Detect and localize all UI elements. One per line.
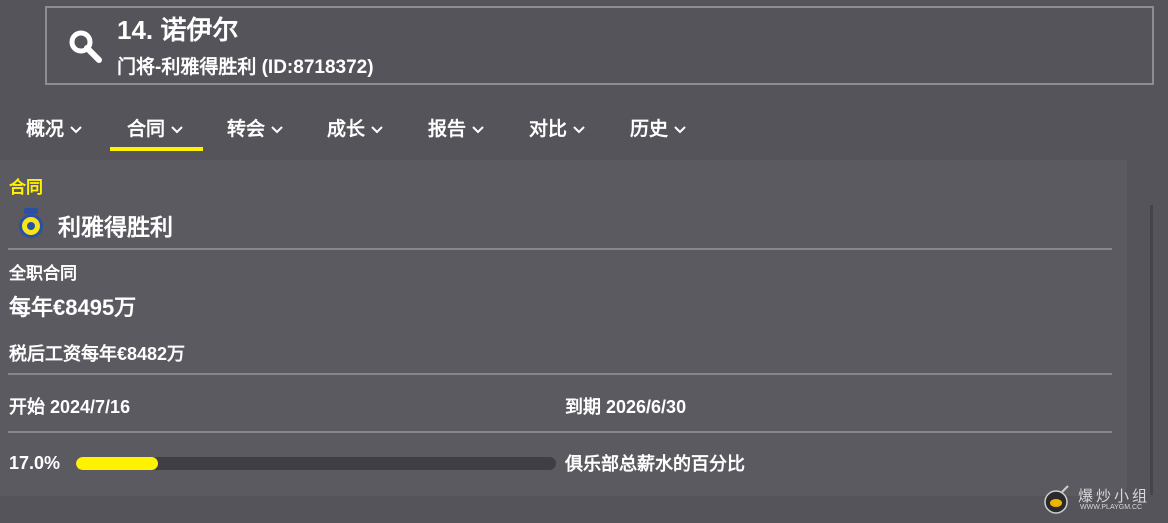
club-crest-icon [19,208,43,238]
chevron-down-icon [371,126,383,134]
tab-compare[interactable]: 对比 [529,114,585,141]
player-position-club-id: 门将-利雅得胜利 (ID:8718372) [117,57,374,78]
divider [8,373,1112,375]
tab-reports[interactable]: 报告 [428,114,484,141]
tab-history[interactable]: 历史 [630,114,686,141]
chevron-down-icon [171,126,183,134]
tab-overview[interactable]: 概况 [26,114,82,141]
wage-share-percent: 17.0% [9,453,61,473]
contract-start-date: 开始 2024/7/16 [9,397,131,417]
profile-tabs: 概况 合同 转会 成长 报告 对比 历史 [0,100,1168,154]
club-name[interactable]: 利雅得胜利 [58,208,173,242]
contract-end-date: 到期 2026/6/30 [565,397,687,417]
section-title: 合同 [9,178,43,197]
wage-share-bar-fill [76,457,158,470]
tab-label: 历史 [630,119,669,140]
player-search-box[interactable]: 14. 诺伊尔 门将-利雅得胜利 (ID:8718372) [45,6,1154,85]
wage-share-bar [76,457,556,470]
player-name-title: 14. 诺伊尔 [117,15,239,45]
tab-development[interactable]: 成长 [327,114,383,141]
after-tax-salary: 税后工资每年€8482万 [9,344,186,364]
bomb-logo-icon [1044,485,1069,514]
tab-label: 概况 [26,119,65,140]
watermark-text: 爆炒小组 [1078,487,1151,505]
divider [8,431,1112,433]
tab-transfer[interactable]: 转会 [227,114,283,141]
tab-label: 报告 [428,119,467,140]
tab-label: 转会 [227,119,266,140]
wage-share-caption: 俱乐部总薪水的百分比 [565,454,745,474]
divider [8,248,1112,250]
scrollbar[interactable] [1150,205,1153,495]
chevron-down-icon [472,126,484,134]
active-tab-indicator [110,147,203,151]
contract-type: 全职合同 [9,264,77,283]
site-watermark: 爆炒小组 WWW.PLAYGM.CC [1040,483,1164,519]
salary-value: 每年€8495万 [9,295,137,320]
chevron-down-icon [674,126,686,134]
tab-label: 对比 [529,119,568,140]
tab-contract[interactable]: 合同 [127,114,183,141]
chevron-down-icon [271,126,283,134]
watermark-url: WWW.PLAYGM.CC [1080,504,1143,511]
tab-label: 合同 [127,119,166,140]
contract-panel: 合同 利雅得胜利 全职合同 每年€8495万 税后工资每年€8482万 开始 2… [0,160,1127,496]
search-icon[interactable] [67,28,103,64]
chevron-down-icon [573,126,585,134]
chevron-down-icon [70,126,82,134]
tab-label: 成长 [327,119,366,140]
